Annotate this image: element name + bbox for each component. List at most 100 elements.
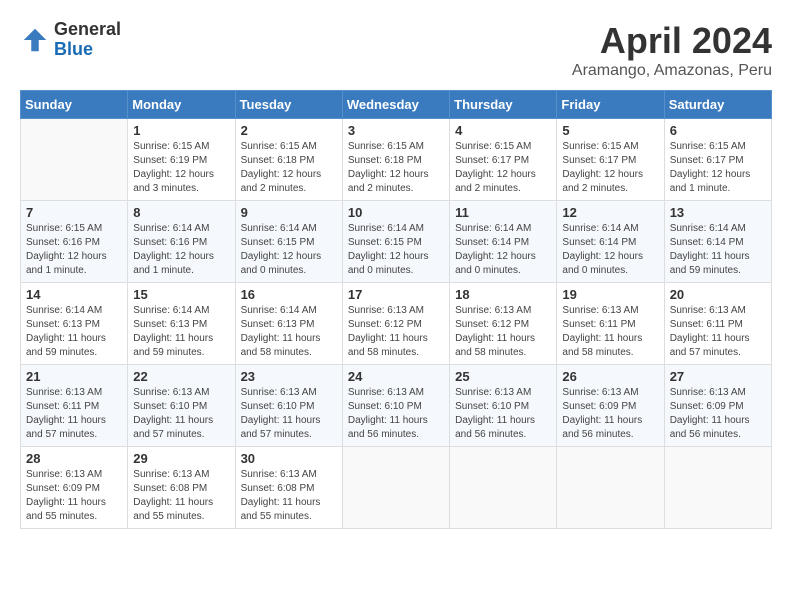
calendar-cell: [21, 119, 128, 201]
day-info: Sunrise: 6:15 AMSunset: 6:18 PMDaylight:…: [348, 140, 444, 196]
day-number: 4: [455, 123, 551, 138]
day-info: Sunrise: 6:15 AMSunset: 6:17 PMDaylight:…: [562, 140, 658, 196]
day-number: 20: [670, 287, 766, 302]
calendar-cell: 4 Sunrise: 6:15 AMSunset: 6:17 PMDaylight…: [450, 119, 557, 201]
header-friday: Friday: [557, 91, 664, 119]
location-title: Aramango, Amazonas, Peru: [572, 62, 772, 80]
calendar-cell: 21 Sunrise: 6:13 AMSunset: 6:11 PMDayligh…: [21, 365, 128, 447]
day-info: Sunrise: 6:15 AMSunset: 6:17 PMDaylight:…: [455, 140, 551, 196]
day-info: Sunrise: 6:14 AMSunset: 6:13 PMDaylight:…: [133, 304, 229, 360]
calendar-cell: 1 Sunrise: 6:15 AMSunset: 6:19 PMDaylight…: [128, 119, 235, 201]
calendar-cell: 30 Sunrise: 6:13 AMSunset: 6:08 PMDayligh…: [235, 447, 342, 529]
calendar-cell: 20 Sunrise: 6:13 AMSunset: 6:11 PMDayligh…: [664, 283, 771, 365]
day-info: Sunrise: 6:13 AMSunset: 6:09 PMDaylight:…: [26, 468, 122, 524]
calendar-cell: 18Sunrise: 6:13 AMSunset: 6:12 PMDayligh…: [450, 283, 557, 365]
day-info: Sunrise: 6:13 AMSunset: 6:10 PMDaylight:…: [348, 386, 444, 442]
day-info: Sunrise: 6:13 AMSunset: 6:08 PMDaylight:…: [133, 468, 229, 524]
day-number: 7: [26, 205, 122, 220]
calendar-cell: [342, 447, 449, 529]
calendar-week-row: 1 Sunrise: 6:15 AMSunset: 6:19 PMDaylight…: [21, 119, 772, 201]
day-number: 21: [26, 369, 122, 384]
calendar-cell: 17 Sunrise: 6:13 AMSunset: 6:12 PMDayligh…: [342, 283, 449, 365]
header-saturday: Saturday: [664, 91, 771, 119]
calendar-cell: 23 Sunrise: 6:13 AMSunset: 6:10 PMDayligh…: [235, 365, 342, 447]
day-info: Sunrise: 6:14 AMSunset: 6:16 PMDaylight:…: [133, 222, 229, 278]
calendar-cell: 15 Sunrise: 6:14 AMSunset: 6:13 PMDayligh…: [128, 283, 235, 365]
day-number: 25: [455, 369, 551, 384]
calendar-cell: 26 Sunrise: 6:13 AMSunset: 6:09 PMDayligh…: [557, 365, 664, 447]
day-info: Sunrise: 6:13 AMSunset: 6:10 PMDaylight:…: [241, 386, 337, 442]
calendar-cell: 8 Sunrise: 6:14 AMSunset: 6:16 PMDaylight…: [128, 201, 235, 283]
day-number: 12: [562, 205, 658, 220]
day-info: Sunrise: 6:13 AMSunset: 6:08 PMDaylight:…: [241, 468, 337, 524]
day-info: Sunrise: 6:15 AMSunset: 6:19 PMDaylight:…: [133, 140, 229, 196]
header-sunday: Sunday: [21, 91, 128, 119]
day-info: Sunrise: 6:15 AMSunset: 6:16 PMDaylight:…: [26, 222, 122, 278]
day-number: 19: [562, 287, 658, 302]
day-number: 24: [348, 369, 444, 384]
day-info: Sunrise: 6:14 AMSunset: 6:14 PMDaylight:…: [670, 222, 766, 278]
day-info: Sunrise: 6:14 AMSunset: 6:13 PMDaylight:…: [241, 304, 337, 360]
calendar-week-row: 21 Sunrise: 6:13 AMSunset: 6:11 PMDayligh…: [21, 365, 772, 447]
day-number: 26: [562, 369, 658, 384]
calendar-cell: 28Sunrise: 6:13 AMSunset: 6:09 PMDayligh…: [21, 447, 128, 529]
header-thursday: Thursday: [450, 91, 557, 119]
day-info: Sunrise: 6:13 AMSunset: 6:09 PMDaylight:…: [562, 386, 658, 442]
calendar-header-row: SundayMondayTuesdayWednesdayThursdayFrid…: [21, 91, 772, 119]
header-wednesday: Wednesday: [342, 91, 449, 119]
day-info: Sunrise: 6:13 AMSunset: 6:09 PMDaylight:…: [670, 386, 766, 442]
calendar-cell: 2 Sunrise: 6:15 AMSunset: 6:18 PMDaylight…: [235, 119, 342, 201]
day-info: Sunrise: 6:14 AMSunset: 6:15 PMDaylight:…: [348, 222, 444, 278]
day-number: 30: [241, 451, 337, 466]
title-area: April 2024 Aramango, Amazonas, Peru: [572, 20, 772, 80]
day-info: Sunrise: 6:13 AMSunset: 6:11 PMDaylight:…: [26, 386, 122, 442]
calendar-cell: 16 Sunrise: 6:14 AMSunset: 6:13 PMDayligh…: [235, 283, 342, 365]
calendar-cell: 12Sunrise: 6:14 AMSunset: 6:14 PMDayligh…: [557, 201, 664, 283]
day-info: Sunrise: 6:13 AMSunset: 6:11 PMDaylight:…: [670, 304, 766, 360]
day-number: 22: [133, 369, 229, 384]
calendar-cell: [557, 447, 664, 529]
calendar-cell: 10 Sunrise: 6:14 AMSunset: 6:15 PMDayligh…: [342, 201, 449, 283]
header-monday: Monday: [128, 91, 235, 119]
header-tuesday: Tuesday: [235, 91, 342, 119]
logo-text: General Blue: [54, 20, 121, 60]
day-info: Sunrise: 6:13 AMSunset: 6:12 PMDaylight:…: [348, 304, 444, 360]
calendar-cell: 14Sunrise: 6:14 AMSunset: 6:13 PMDayligh…: [21, 283, 128, 365]
day-number: 9: [241, 205, 337, 220]
day-number: 6: [670, 123, 766, 138]
calendar-cell: 24 Sunrise: 6:13 AMSunset: 6:10 PMDayligh…: [342, 365, 449, 447]
calendar-cell: 9 Sunrise: 6:14 AMSunset: 6:15 PMDaylight…: [235, 201, 342, 283]
calendar-cell: 7 Sunrise: 6:15 AMSunset: 6:16 PMDaylight…: [21, 201, 128, 283]
calendar-cell: 11Sunrise: 6:14 AMSunset: 6:14 PMDayligh…: [450, 201, 557, 283]
calendar-week-row: 28Sunrise: 6:13 AMSunset: 6:09 PMDayligh…: [21, 447, 772, 529]
calendar-table: SundayMondayTuesdayWednesdayThursdayFrid…: [20, 90, 772, 529]
day-info: Sunrise: 6:13 AMSunset: 6:10 PMDaylight:…: [133, 386, 229, 442]
day-number: 23: [241, 369, 337, 384]
day-info: Sunrise: 6:14 AMSunset: 6:13 PMDaylight:…: [26, 304, 122, 360]
calendar-cell: [450, 447, 557, 529]
calendar-cell: 19 Sunrise: 6:13 AMSunset: 6:11 PMDayligh…: [557, 283, 664, 365]
day-number: 10: [348, 205, 444, 220]
calendar-cell: 29Sunrise: 6:13 AMSunset: 6:08 PMDayligh…: [128, 447, 235, 529]
calendar-cell: 22 Sunrise: 6:13 AMSunset: 6:10 PMDayligh…: [128, 365, 235, 447]
day-number: 2: [241, 123, 337, 138]
day-number: 15: [133, 287, 229, 302]
calendar-week-row: 14Sunrise: 6:14 AMSunset: 6:13 PMDayligh…: [21, 283, 772, 365]
day-number: 3: [348, 123, 444, 138]
day-number: 17: [348, 287, 444, 302]
day-number: 13: [670, 205, 766, 220]
day-number: 27: [670, 369, 766, 384]
day-info: Sunrise: 6:15 AMSunset: 6:17 PMDaylight:…: [670, 140, 766, 196]
month-title: April 2024: [572, 20, 772, 62]
day-info: Sunrise: 6:14 AMSunset: 6:15 PMDaylight:…: [241, 222, 337, 278]
calendar-cell: 13 Sunrise: 6:14 AMSunset: 6:14 PMDayligh…: [664, 201, 771, 283]
day-info: Sunrise: 6:13 AMSunset: 6:11 PMDaylight:…: [562, 304, 658, 360]
day-info: Sunrise: 6:15 AMSunset: 6:18 PMDaylight:…: [241, 140, 337, 196]
day-number: 1: [133, 123, 229, 138]
day-number: 8: [133, 205, 229, 220]
calendar-cell: 3 Sunrise: 6:15 AMSunset: 6:18 PMDaylight…: [342, 119, 449, 201]
calendar-cell: 5Sunrise: 6:15 AMSunset: 6:17 PMDaylight…: [557, 119, 664, 201]
day-number: 16: [241, 287, 337, 302]
day-info: Sunrise: 6:13 AMSunset: 6:10 PMDaylight:…: [455, 386, 551, 442]
day-number: 11: [455, 205, 551, 220]
